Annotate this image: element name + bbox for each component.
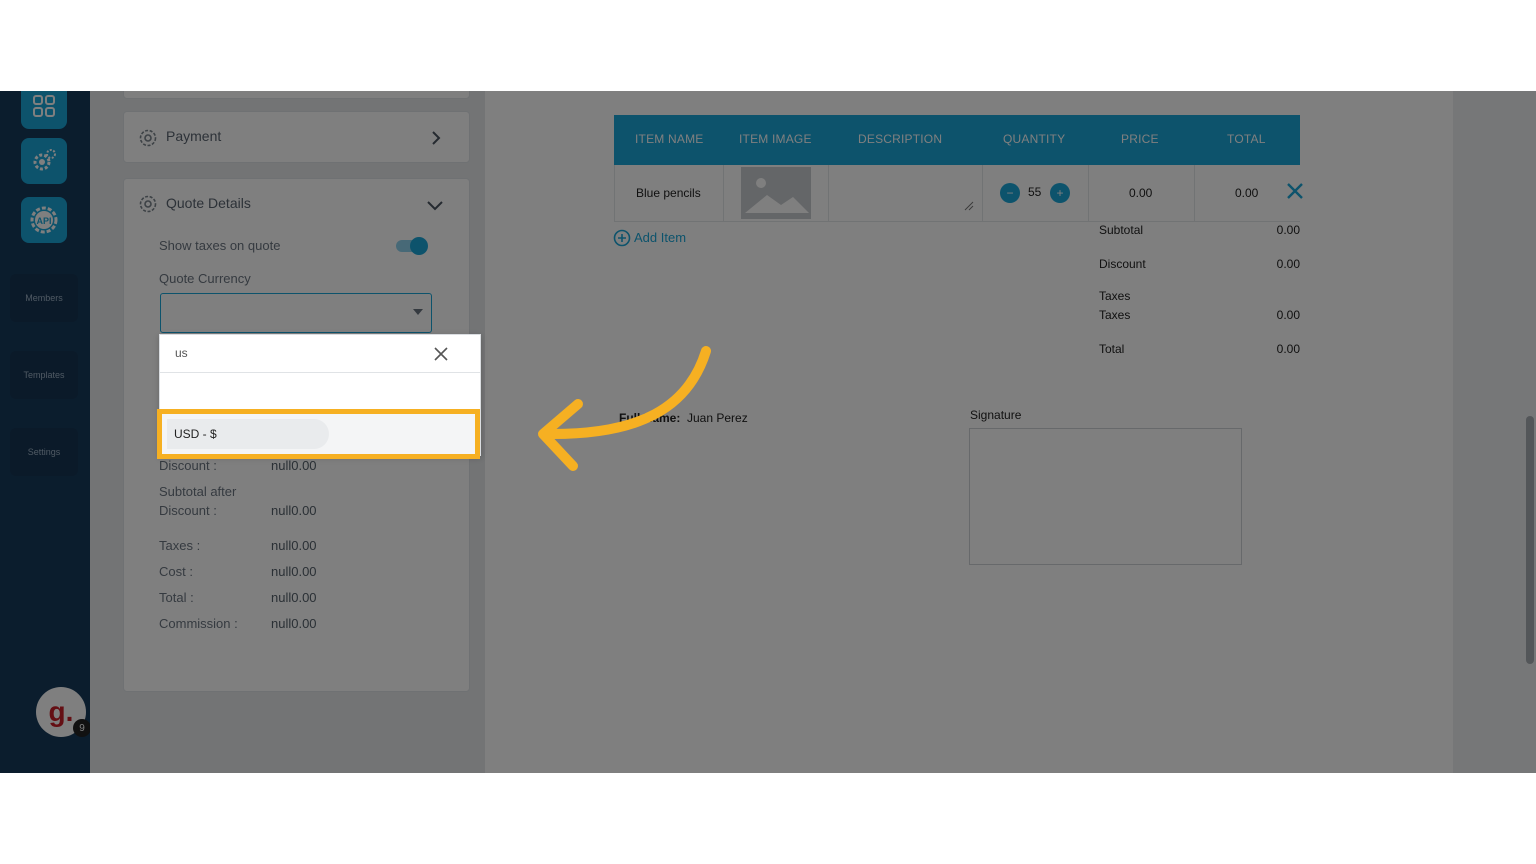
currency-option-usd[interactable]: USD - $ — [162, 414, 475, 454]
clear-search-close-icon[interactable] — [434, 347, 448, 361]
currency-search-input[interactable]: us — [160, 335, 480, 373]
instruction-arrow-icon — [538, 346, 711, 471]
app-frame: API Members Templates Settings g. 9 Paym… — [0, 91, 1536, 773]
currency-search-value: us — [175, 346, 188, 360]
highlighted-option-frame: USD - $ — [157, 409, 480, 459]
currency-option-label: USD - $ — [174, 427, 217, 441]
